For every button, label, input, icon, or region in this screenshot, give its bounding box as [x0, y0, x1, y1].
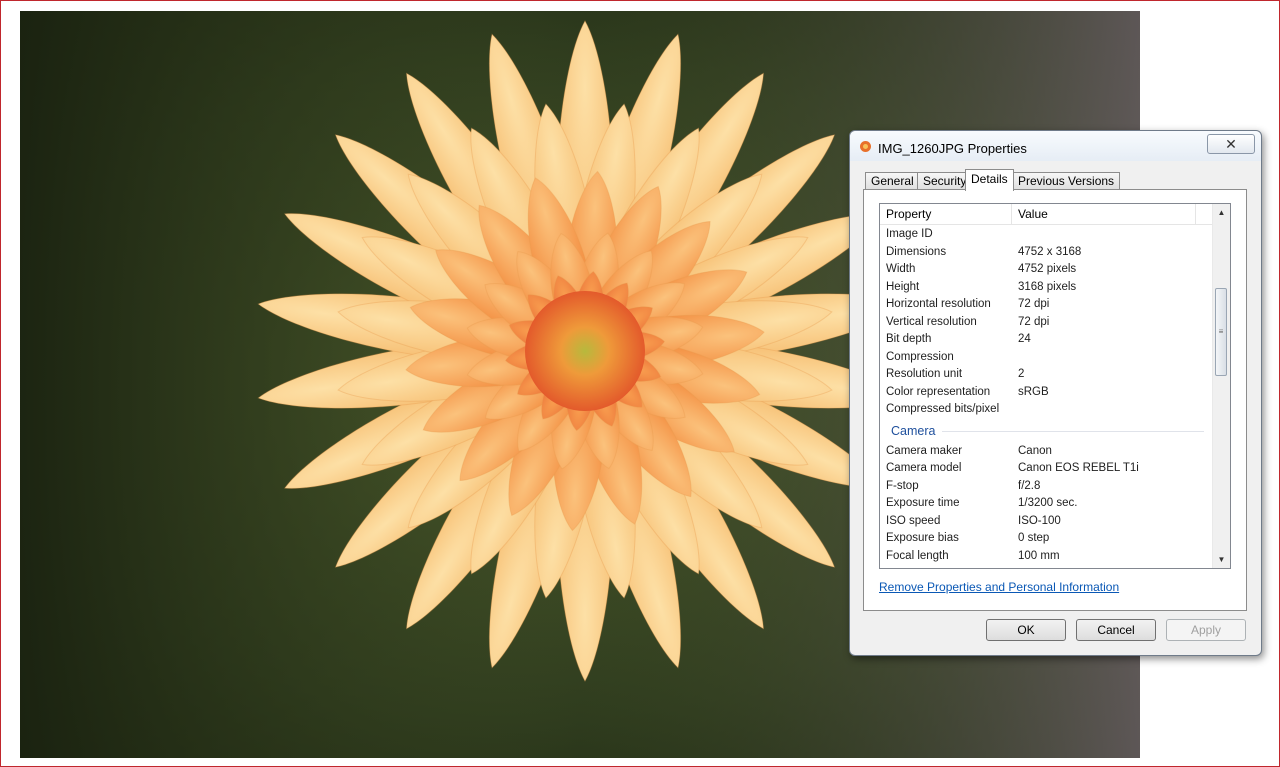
property-value: 72 dpi: [1018, 298, 1050, 310]
property-value: 0 step: [1018, 532, 1050, 544]
property-name: Height: [886, 280, 920, 293]
table-row[interactable]: Compressed bits/pixel: [880, 401, 1214, 419]
properties-list[interactable]: Property Value Image ID Dimensions 4752 x …: [879, 203, 1231, 569]
group-divider: [942, 430, 1204, 432]
table-row[interactable]: Dimensions 4752 x 3168: [880, 244, 1214, 262]
property-name: Camera model: [886, 462, 962, 474]
table-row[interactable]: Resolution unit 2: [880, 366, 1214, 384]
property-name: Exposure bias: [886, 532, 959, 544]
table-row[interactable]: Exposure bias 0 step: [880, 530, 1214, 548]
column-header-property[interactable]: Property: [880, 204, 1012, 224]
table-row[interactable]: Horizontal resolution 72 dpi: [880, 296, 1214, 314]
scroll-thumb[interactable]: ≡: [1215, 288, 1227, 376]
property-name: Width: [886, 263, 916, 275]
property-name: Color representation: [886, 385, 991, 398]
scroll-down-arrow-icon[interactable]: ▼: [1213, 551, 1230, 568]
property-name: Dimensions: [886, 245, 947, 258]
table-row[interactable]: F-stop f/2.8: [880, 478, 1214, 496]
property-value: 3168 pixels: [1018, 280, 1077, 293]
property-name: Image ID: [886, 228, 933, 240]
table-row[interactable]: Vertical resolution 72 dpi: [880, 314, 1214, 332]
table-row[interactable]: Width 4752 pixels: [880, 261, 1214, 279]
properties-dialog: IMG_1260JPG Properties ✕ General Securit…: [849, 130, 1262, 656]
property-value: f/2.8: [1018, 479, 1041, 492]
table-row[interactable]: Bit depth 24: [880, 331, 1214, 349]
property-value: 100 mm: [1018, 549, 1060, 562]
close-icon: ✕: [1225, 136, 1237, 152]
property-value: 72 dpi: [1018, 315, 1050, 328]
column-header-value[interactable]: Value: [1012, 204, 1196, 224]
dialog-title: IMG_1260JPG Properties: [878, 141, 1027, 156]
property-name: Resolution unit: [886, 368, 963, 380]
apply-button[interactable]: Apply: [1166, 619, 1246, 641]
property-name: Vertical resolution: [886, 315, 977, 328]
tab-details[interactable]: Details: [965, 169, 1014, 191]
title-bar[interactable]: IMG_1260JPG Properties ✕: [850, 131, 1261, 161]
property-rows: Image ID Dimensions 4752 x 3168 Width 4752 p…: [880, 226, 1214, 565]
table-row[interactable]: ISO speed ISO-100: [880, 513, 1214, 531]
property-name: Horizontal resolution: [886, 298, 991, 310]
scroll-up-arrow-icon[interactable]: ▲: [1213, 204, 1230, 221]
property-name: Exposure time: [886, 497, 960, 509]
details-panel: Property Value Image ID Dimensions 4752 x …: [863, 189, 1247, 611]
ok-button[interactable]: OK: [986, 619, 1066, 641]
tab-general[interactable]: General: [865, 172, 920, 190]
cancel-button[interactable]: Cancel: [1076, 619, 1156, 641]
property-value: 24: [1018, 333, 1031, 345]
property-name: Camera maker: [886, 444, 963, 457]
table-row[interactable]: Camera maker Canon: [880, 443, 1214, 461]
remove-properties-link[interactable]: Remove Properties and Personal Informati…: [879, 580, 1119, 594]
property-value: Canon EOS REBEL T1i: [1018, 462, 1139, 474]
table-row[interactable]: Camera model Canon EOS REBEL T1i: [880, 460, 1214, 478]
property-value: sRGB: [1018, 385, 1049, 398]
property-name: F-stop: [886, 479, 919, 492]
property-name: Compressed bits/pixel: [886, 403, 1000, 415]
property-value: 4752 pixels: [1018, 263, 1077, 275]
property-value: 1/3200 sec.: [1018, 497, 1078, 509]
table-row[interactable]: Image ID: [880, 226, 1214, 244]
close-button[interactable]: ✕: [1207, 134, 1255, 154]
picture-file-icon: [860, 141, 871, 152]
camera-group-label: Camera: [891, 423, 936, 438]
property-name: Bit depth: [886, 333, 932, 345]
tab-previous-versions[interactable]: Previous Versions: [1012, 172, 1121, 190]
table-row[interactable]: Compression: [880, 349, 1214, 367]
property-name: Compression: [886, 350, 954, 363]
property-value: Canon: [1018, 444, 1052, 457]
list-header: Property Value: [880, 204, 1214, 225]
property-value: 2: [1018, 368, 1025, 380]
table-row[interactable]: Height 3168 pixels: [880, 279, 1214, 297]
property-value: 4752 x 3168: [1018, 245, 1082, 258]
vertical-scrollbar[interactable]: ▲ ≡ ▼: [1212, 204, 1230, 568]
camera-group-header[interactable]: Camera: [880, 419, 1214, 443]
table-row[interactable]: Exposure time 1/3200 sec.: [880, 495, 1214, 513]
property-name: Focal length: [886, 549, 949, 562]
table-row[interactable]: Color representation sRGB: [880, 384, 1214, 402]
property-value: ISO-100: [1018, 514, 1061, 527]
table-row[interactable]: Focal length 100 mm: [880, 548, 1214, 566]
property-name: ISO speed: [886, 514, 941, 527]
